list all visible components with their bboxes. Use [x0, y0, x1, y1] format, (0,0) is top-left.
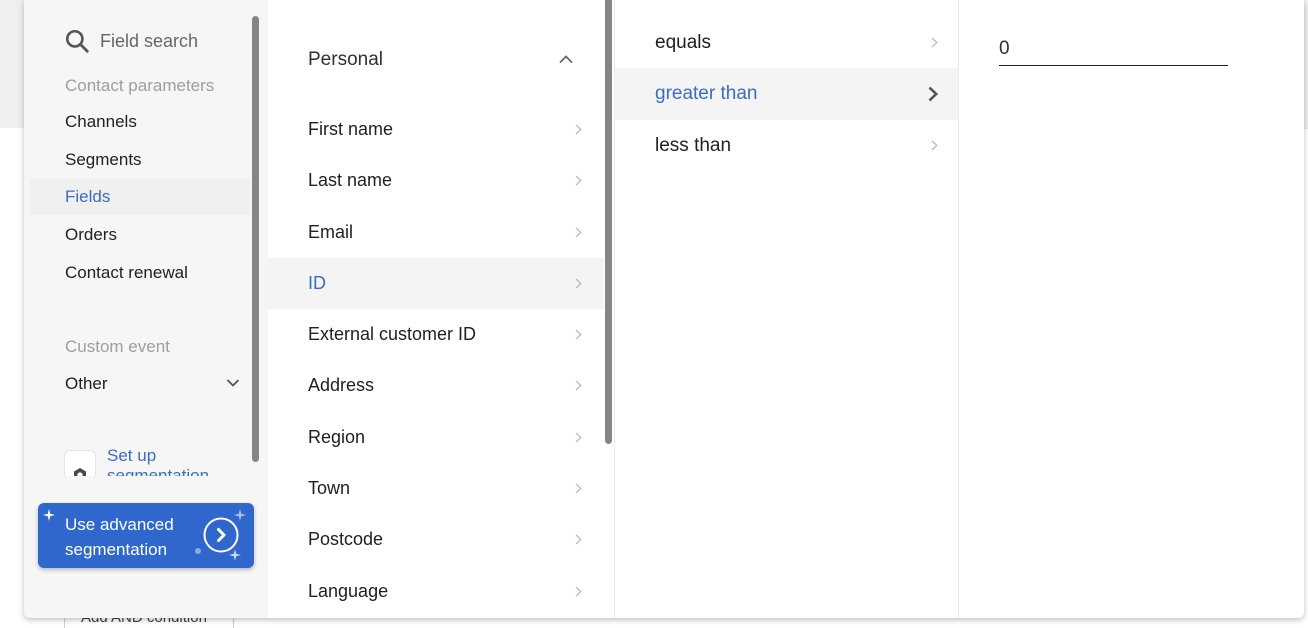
use-advanced-segmentation-button[interactable]: Use advanced segmentation — [38, 503, 254, 568]
group-label-custom-event: Custom event — [65, 337, 170, 356]
field-item-external-customer-id[interactable]: External customer ID — [268, 309, 604, 360]
value-column — [959, 0, 1304, 618]
chevron-right-icon — [575, 227, 582, 238]
field-item-label: ID — [308, 272, 326, 293]
chevron-right-icon — [931, 140, 938, 151]
sidebar-item-other-label: Other — [65, 374, 108, 393]
chevron-right-icon — [575, 483, 582, 494]
value-input[interactable] — [999, 30, 1228, 66]
chevron-right-icon — [575, 432, 582, 443]
field-item-label: Region — [308, 426, 366, 447]
field-item-last-name[interactable]: Last name — [268, 155, 604, 206]
field-item-town[interactable]: Town — [268, 463, 604, 514]
operator-item-label: less than — [655, 134, 732, 156]
field-item-postcode[interactable]: Postcode — [268, 514, 604, 565]
field-item-label: External customer ID — [308, 324, 477, 345]
sparkle-icon — [234, 509, 246, 521]
chevron-right-icon — [575, 124, 582, 135]
fields-column: Personal First name Last name Email ID Exter… — [268, 0, 614, 618]
field-item-address[interactable]: Address — [268, 360, 604, 411]
set-up-segmentation-label: Set up segmentation — [107, 446, 210, 476]
chevron-right-icon — [575, 329, 582, 340]
field-item-label: Email — [308, 221, 354, 242]
search-icon — [65, 29, 89, 53]
chevron-up-icon — [559, 55, 573, 64]
chevron-right-icon — [928, 86, 938, 102]
field-item-label: Town — [308, 478, 351, 499]
chevron-right-icon — [575, 586, 582, 597]
field-item-label: First name — [308, 119, 394, 139]
chevron-right-icon — [575, 534, 582, 545]
sidebar-item-contact-renewal[interactable]: Contact renewal — [30, 255, 250, 291]
field-item-label: Last name — [308, 170, 393, 191]
sidebar-item-orders[interactable]: Orders — [30, 217, 250, 253]
operator-item-greater-than[interactable]: greater than — [615, 68, 958, 120]
sidebar-item-segments[interactable]: Segments — [30, 142, 250, 178]
field-item-label: Language — [308, 580, 389, 601]
operator-item-label: equals — [655, 32, 711, 53]
field-item-email[interactable]: Email — [268, 207, 604, 258]
group-label-contact-parameters: Contact parameters — [65, 76, 215, 95]
gear-icon — [74, 468, 86, 476]
operators-list: equals greater than less than — [615, 17, 958, 171]
field-item-language[interactable]: Language — [268, 566, 604, 617]
field-search-input[interactable] — [100, 30, 230, 52]
sidebar-item-fields[interactable]: Fields — [30, 179, 250, 215]
sidebar-item-other[interactable]: Other — [30, 366, 250, 402]
operators-column: equals greater than less than — [614, 0, 959, 618]
fields-scrollbar[interactable] — [605, 0, 612, 444]
chevron-right-icon — [575, 175, 582, 186]
setup-icon-box — [64, 450, 96, 476]
operator-item-less-than[interactable]: less than — [615, 120, 958, 171]
field-picker-popup: Contact parameters Channels Segments Fie… — [24, 0, 1304, 618]
category-sidebar: Contact parameters Channels Segments Fie… — [24, 0, 268, 618]
sidebar-item-channels[interactable]: Channels — [30, 104, 250, 140]
field-search[interactable] — [64, 28, 230, 54]
sparkle-icon — [43, 509, 55, 521]
set-up-segmentation-link[interactable]: Set up segmentation — [64, 446, 264, 476]
chevron-right-icon — [575, 381, 582, 391]
sidebar-scrollbar[interactable] — [252, 16, 259, 462]
field-group-personal[interactable]: Personal — [268, 34, 604, 86]
chevron-right-icon — [931, 37, 938, 48]
fields-list: First name Last name Email ID External custo… — [268, 104, 604, 617]
field-item-first-name[interactable]: First name — [268, 104, 604, 155]
field-item-id[interactable]: ID — [268, 257, 604, 310]
decorative-dot — [195, 548, 201, 554]
field-item-region[interactable]: Region — [268, 412, 604, 463]
field-group-label: Personal — [308, 49, 383, 70]
chevron-down-icon — [226, 379, 240, 387]
advanced-segmentation-label: Use advanced segmentation — [65, 515, 174, 559]
operator-item-label: greater than — [655, 83, 758, 105]
sparkle-icon — [229, 549, 241, 561]
field-item-label: Postcode — [308, 529, 384, 550]
chevron-right-icon — [575, 278, 582, 289]
operator-item-equals[interactable]: equals — [615, 17, 958, 68]
field-item-label: Address — [308, 375, 375, 396]
